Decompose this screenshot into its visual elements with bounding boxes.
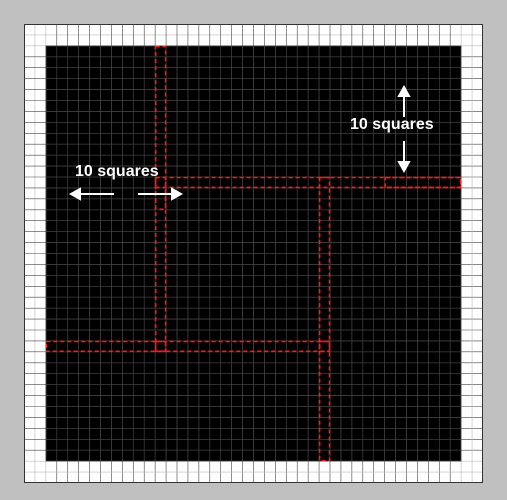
right-measure-label: 10 squares — [350, 116, 434, 134]
left-measure-label: 10 squares — [75, 163, 159, 181]
grid-canvas — [24, 24, 483, 483]
grid-diagram: 10 squares 10 squares — [24, 24, 483, 483]
